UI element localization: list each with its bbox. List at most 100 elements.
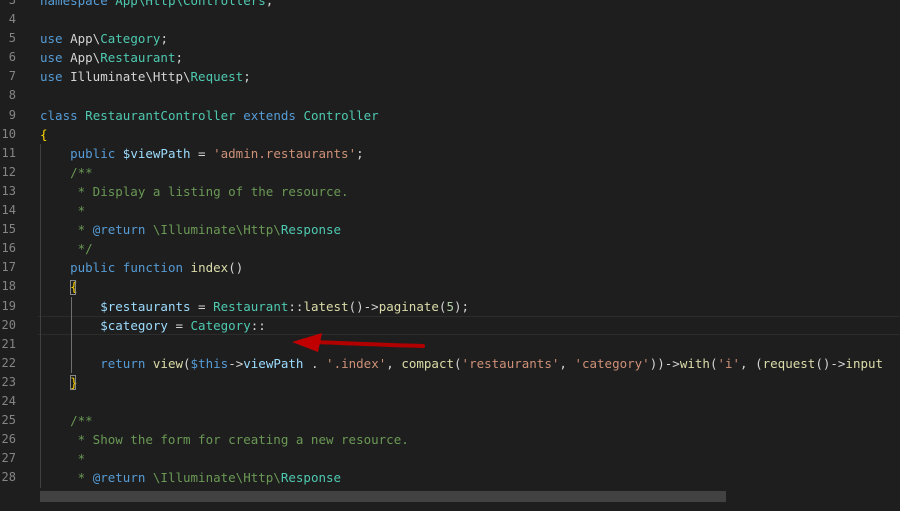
code-token: ; xyxy=(160,31,168,47)
code-line[interactable]: 13 * Display a listing of the resource. xyxy=(0,182,900,201)
horizontal-scrollbar[interactable] xyxy=(40,491,726,502)
code-text: $restaurants = Restaurant::latest()->pag… xyxy=(40,297,469,316)
code-token: public xyxy=(70,260,116,276)
code-token: , ( xyxy=(740,355,763,371)
code-token: ; xyxy=(265,0,274,8)
code-token: ; xyxy=(356,145,364,161)
code-text: use Illuminate\Http\Request; xyxy=(40,67,251,86)
code-text: use App\Restaurant; xyxy=(40,48,183,67)
code-token: App\ xyxy=(62,31,101,47)
code-token: ()-> xyxy=(815,355,846,371)
code-text: return view($this->viewPath . '.index', … xyxy=(40,354,883,373)
line-number: 12 xyxy=(1,164,16,179)
code-token: ()-> xyxy=(348,298,379,314)
code-line[interactable]: 10 { xyxy=(0,125,900,144)
code-token: * Show the form for creating a new resou… xyxy=(40,432,409,448)
code-line[interactable]: 28 * @return \Illuminate\Http\Response xyxy=(0,468,900,487)
code-line[interactable]: 17 public function index() xyxy=(0,258,900,277)
line-number: 7 xyxy=(8,69,16,84)
code-line[interactable]: 11 public $viewPath = 'admin.restaurants… xyxy=(0,144,900,163)
code-line[interactable]: 12 /** xyxy=(0,163,900,182)
code-token: { xyxy=(40,126,48,142)
line-number: 17 xyxy=(1,260,16,275)
code-token: ; xyxy=(243,69,251,85)
code-token: $restaurants xyxy=(100,298,191,314)
code-token: @return xyxy=(92,222,146,238)
code-text: class RestaurantController extends Contr… xyxy=(40,106,379,125)
code-line[interactable]: 15 * @return \Illuminate\Http\Response xyxy=(0,220,900,239)
code-token: :: xyxy=(250,317,266,333)
code-line[interactable]: 9 class RestaurantController extends Cont… xyxy=(0,106,900,125)
code-text: * @return \Illuminate\Http\Response xyxy=(40,468,341,487)
code-line[interactable]: 6 use App\Restaurant; xyxy=(0,48,900,67)
line-number: 11 xyxy=(1,145,16,160)
code-token: use xyxy=(40,50,63,66)
code-token: public xyxy=(70,145,116,161)
line-number: 28 xyxy=(1,470,16,485)
code-token: Restaurant xyxy=(213,298,289,314)
line-number: 22 xyxy=(1,355,16,370)
code-line[interactable]: 18 { xyxy=(0,277,900,296)
code-token: * xyxy=(40,451,86,467)
line-number: 26 xyxy=(1,432,16,447)
code-line[interactable]: 26 * Show the form for creating a new re… xyxy=(0,430,900,449)
code-token: ; xyxy=(175,50,184,66)
code-token: extends xyxy=(243,107,296,123)
code-text: /** xyxy=(40,411,93,430)
code-token: Controller xyxy=(303,107,379,123)
line-number: 21 xyxy=(1,336,16,351)
code-text: * xyxy=(40,449,86,468)
code-token: , xyxy=(386,355,402,371)
code-token: $viewPath xyxy=(122,145,191,161)
line-number: 20 xyxy=(1,317,16,332)
code-line[interactable]: 16 */ xyxy=(0,239,900,258)
line-number: 3 xyxy=(8,0,16,7)
code-token: \Illuminate\Http\ xyxy=(145,222,281,238)
code-line[interactable]: 21 xyxy=(0,335,900,354)
code-token: request xyxy=(762,355,816,371)
code-line[interactable]: 22 return view($this->viewPath . '.index… xyxy=(0,354,900,373)
code-line[interactable]: 23 } xyxy=(0,373,900,392)
code-token: paginate xyxy=(378,298,439,314)
code-text: * Show the form for creating a new resou… xyxy=(40,430,409,449)
code-token: Illuminate\Http\ xyxy=(62,69,191,85)
line-number: 19 xyxy=(1,298,16,313)
code-line[interactable]: 19 $restaurants = Restaurant::latest()->… xyxy=(0,297,900,316)
code-line[interactable]: 27 * xyxy=(0,449,900,468)
code-token: latest xyxy=(303,298,349,314)
line-number: 6 xyxy=(8,50,16,65)
code-line[interactable]: 5 use App\Category; xyxy=(0,29,900,48)
code-token: App\Http\Controllers xyxy=(107,0,266,8)
code-line[interactable]: 8 xyxy=(0,86,900,105)
code-text: public function index() xyxy=(40,258,243,277)
code-line[interactable]: 14 * xyxy=(0,201,900,220)
code-token: 5 xyxy=(446,298,454,314)
code-text: * Display a listing of the resource. xyxy=(40,182,349,201)
code-token: . xyxy=(303,355,327,371)
code-line[interactable]: 20 $category = Category:: xyxy=(0,315,900,335)
line-number: 27 xyxy=(1,451,16,466)
code-line[interactable]: 3 namespace App\Http\Controllers; xyxy=(0,0,900,10)
code-token: , xyxy=(559,355,575,371)
code-token: \Illuminate\Http\ xyxy=(145,470,281,486)
line-number: 23 xyxy=(1,374,16,389)
code-editor[interactable]: 3 namespace App\Http\Controllers; 4 5 use Ap… xyxy=(0,0,900,511)
line-number: 24 xyxy=(1,393,16,408)
code-token: 'restaurants' xyxy=(461,355,560,371)
code-token: use xyxy=(40,31,63,47)
code-token: * xyxy=(40,470,93,486)
line-number: 5 xyxy=(8,31,16,46)
code-token: * xyxy=(40,222,93,238)
code-token: 'category' xyxy=(574,355,650,371)
code-line[interactable]: 25 /** xyxy=(0,411,900,430)
code-line[interactable]: 24 xyxy=(0,392,900,411)
code-token: = xyxy=(190,145,214,161)
code-token: ); xyxy=(453,298,470,314)
code-line[interactable]: 4 xyxy=(0,10,900,29)
code-line[interactable]: 7 use Illuminate\Http\Request; xyxy=(0,67,900,86)
code-token: RestaurantController xyxy=(85,107,236,123)
code-text: use App\Category; xyxy=(40,29,168,48)
